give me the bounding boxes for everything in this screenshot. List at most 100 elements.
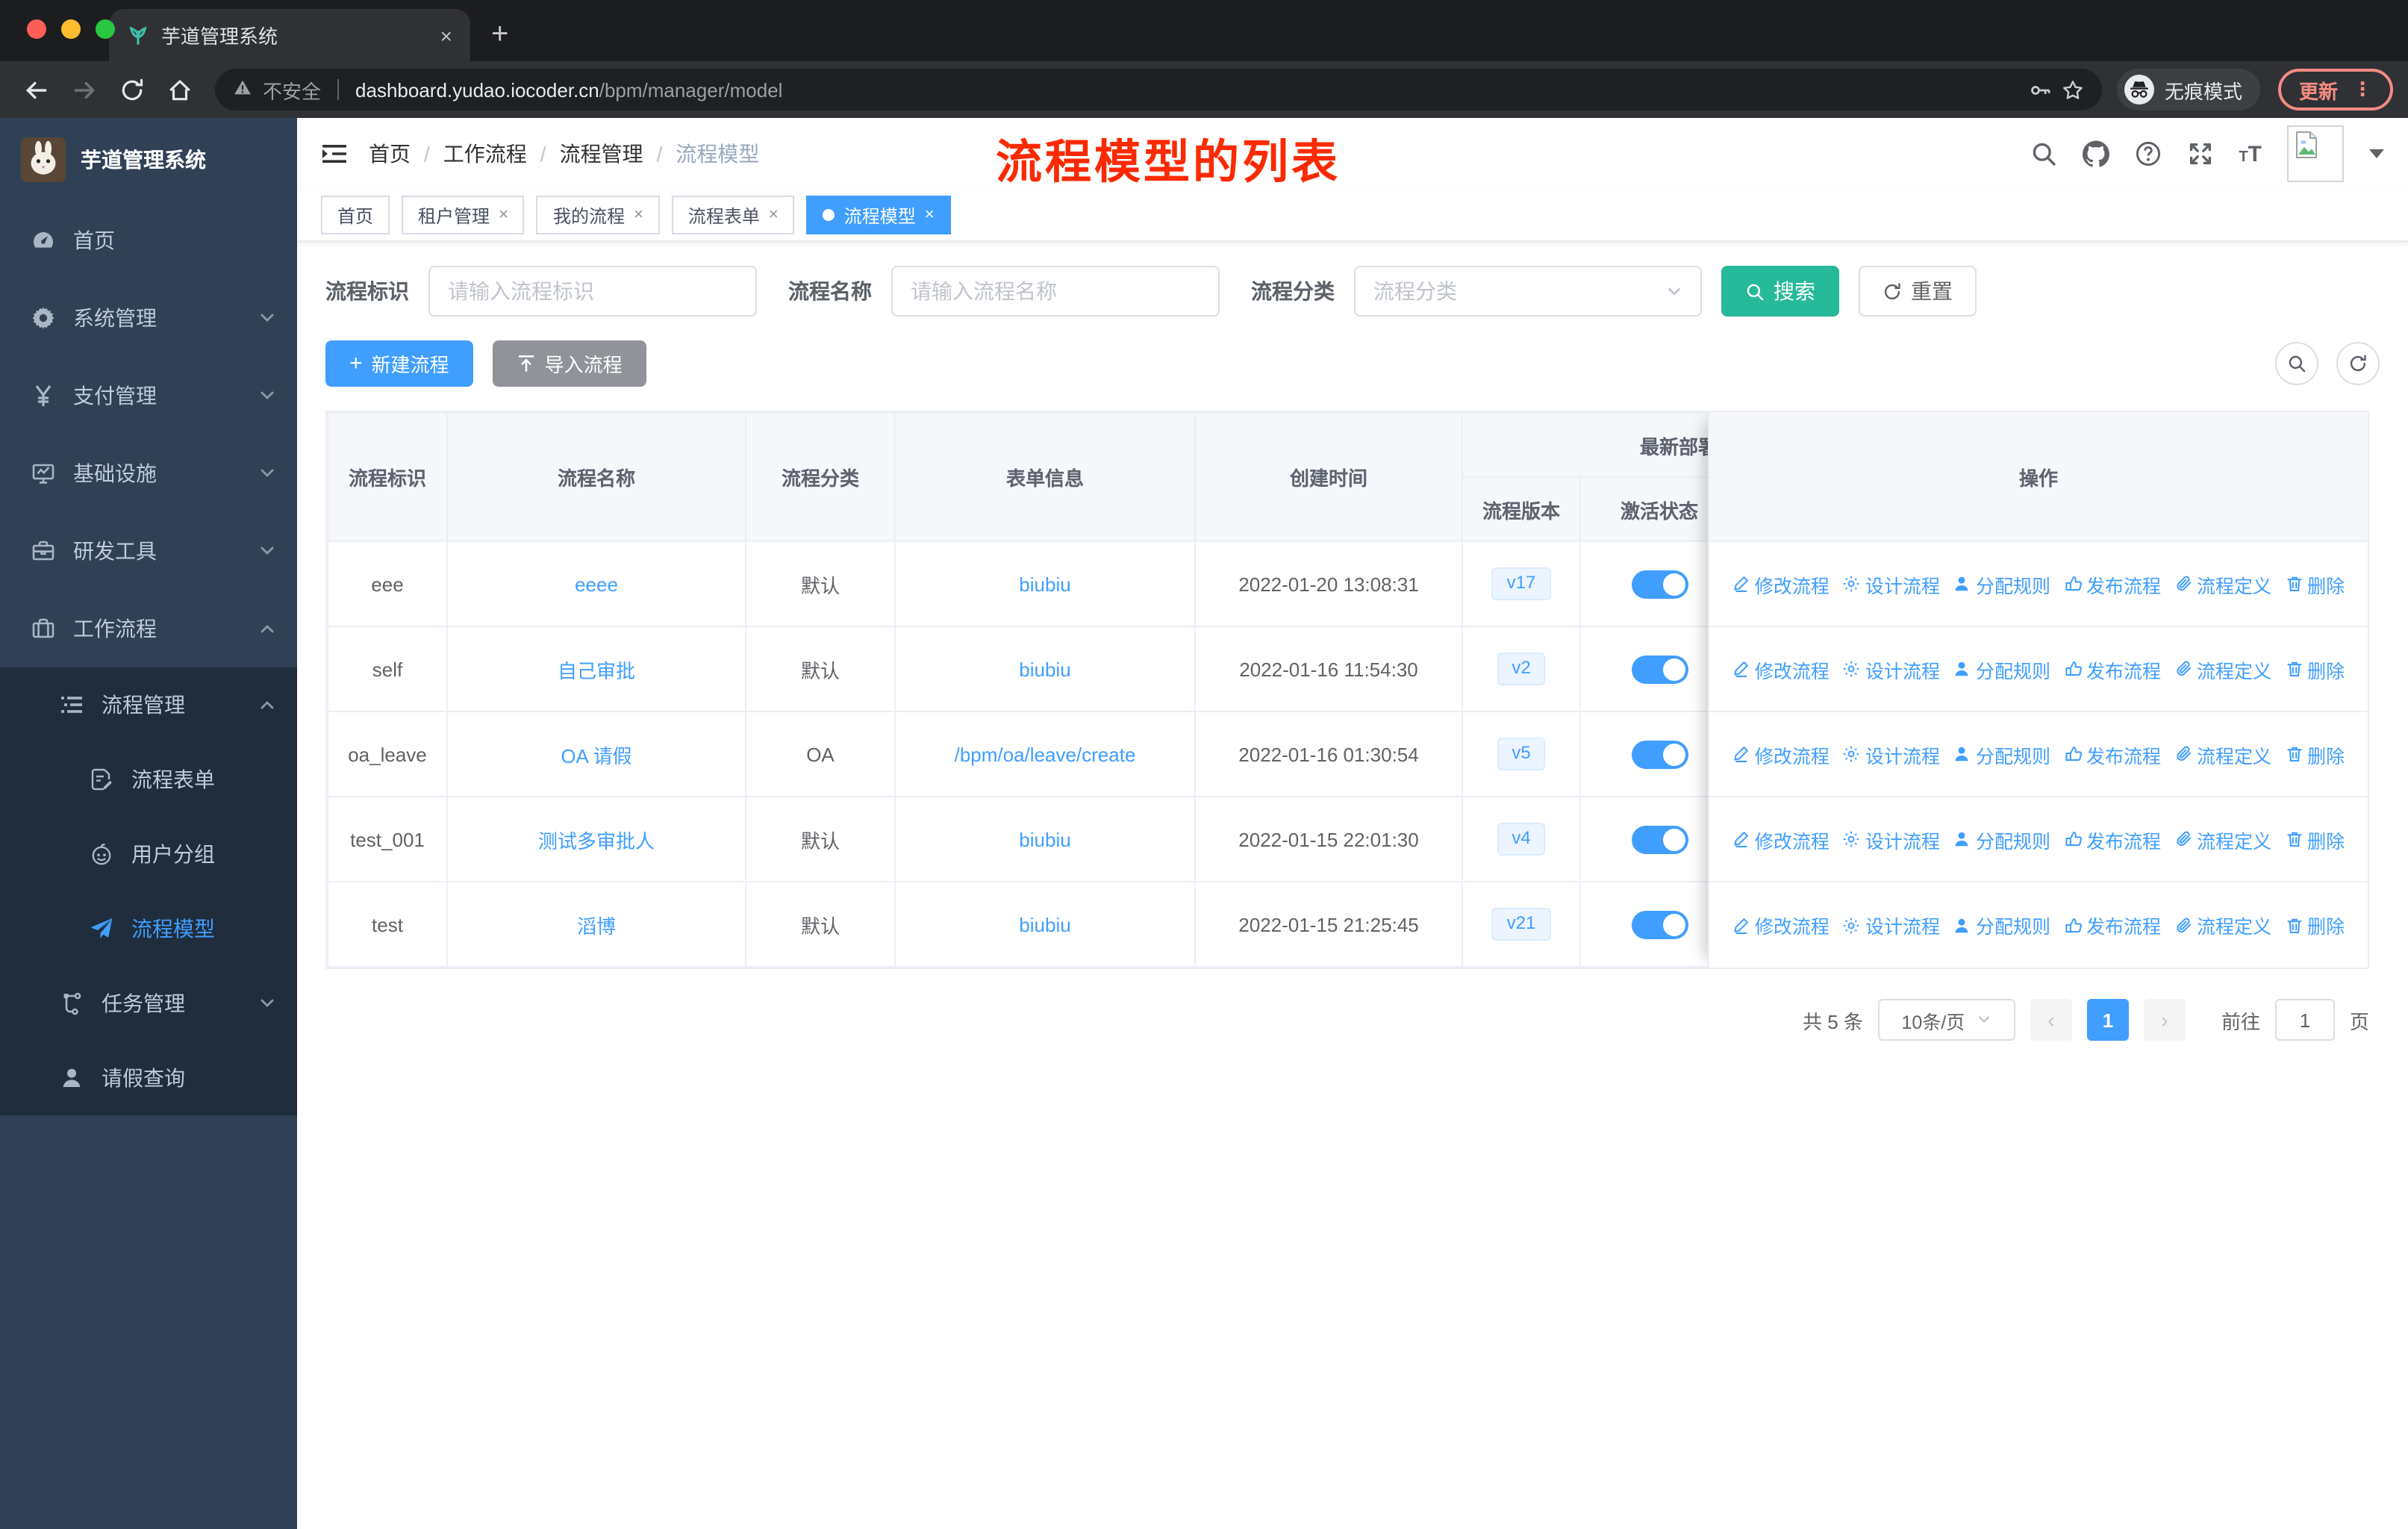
form-info-link[interactable]: biubiu — [1019, 913, 1070, 935]
breadcrumb-item[interactable]: 流程管理 — [560, 139, 643, 169]
action-分配规则[interactable]: 分配规则 — [1953, 911, 2050, 939]
avatar-caret-icon[interactable] — [2369, 149, 2384, 158]
home-button[interactable] — [158, 69, 200, 110]
forward-button[interactable] — [63, 69, 105, 110]
model-name-link[interactable]: 自己审批 — [558, 659, 635, 682]
sidebar-item-首页[interactable]: 首页 — [0, 202, 297, 279]
active-toggle[interactable] — [1631, 825, 1688, 853]
action-流程定义[interactable]: 流程定义 — [2174, 740, 2271, 768]
sidebar-item-系统管理[interactable]: 系统管理 — [0, 279, 297, 357]
action-删除[interactable]: 删除 — [2285, 655, 2345, 683]
action-删除[interactable]: 删除 — [2285, 911, 2345, 939]
next-page-button[interactable]: › — [2143, 999, 2186, 1041]
action-修改流程[interactable]: 修改流程 — [1732, 655, 1830, 683]
search-icon[interactable] — [2030, 140, 2056, 167]
sidebar-item-流程模型[interactable]: 流程模型 — [0, 891, 297, 966]
sidebar-item-研发工具[interactable]: 研发工具 — [0, 512, 297, 590]
form-info-link[interactable]: biubiu — [1019, 658, 1070, 680]
sidebar-item-流程表单[interactable]: 流程表单 — [0, 742, 297, 817]
current-page-button[interactable]: 1 — [2086, 999, 2129, 1041]
model-name-link[interactable]: eeee — [575, 573, 618, 595]
model-name-link[interactable]: OA 请假 — [561, 744, 631, 767]
create-model-button[interactable]: + 新建流程 — [325, 340, 473, 387]
new-tab-button[interactable]: + — [491, 19, 508, 49]
action-设计流程[interactable]: 设计流程 — [1843, 825, 1940, 853]
close-window-button[interactable] — [27, 19, 46, 39]
action-设计流程[interactable]: 设计流程 — [1843, 570, 1940, 598]
browser-menu-icon[interactable]: ⋮ — [2353, 78, 2372, 102]
fullscreen-icon[interactable] — [2186, 140, 2213, 167]
back-button[interactable] — [15, 69, 57, 110]
action-设计流程[interactable]: 设计流程 — [1843, 740, 1940, 768]
action-修改流程[interactable]: 修改流程 — [1732, 911, 1830, 939]
action-分配规则[interactable]: 分配规则 — [1953, 740, 2050, 768]
font-size-icon[interactable]: TT — [2239, 141, 2262, 166]
goto-page-input[interactable] — [2274, 999, 2335, 1041]
tag-close-icon[interactable]: × — [769, 206, 779, 224]
action-流程定义[interactable]: 流程定义 — [2174, 911, 2271, 939]
reload-button[interactable] — [110, 69, 152, 110]
toggle-search-button[interactable] — [2275, 342, 2318, 385]
breadcrumb-item[interactable]: 工作流程 — [443, 139, 527, 169]
action-发布流程[interactable]: 发布流程 — [2064, 740, 2161, 768]
action-删除[interactable]: 删除 — [2285, 825, 2345, 853]
avatar[interactable] — [2287, 125, 2344, 182]
filter-name-input[interactable] — [891, 266, 1220, 317]
sidebar-item-基础设施[interactable]: 基础设施 — [0, 435, 297, 512]
filter-id-input[interactable] — [428, 266, 757, 317]
action-流程定义[interactable]: 流程定义 — [2174, 570, 2271, 598]
active-toggle[interactable] — [1631, 740, 1688, 768]
prev-page-button[interactable]: ‹ — [2030, 999, 2072, 1041]
sidebar-item-支付管理[interactable]: 支付管理 — [0, 357, 297, 435]
model-name-link[interactable]: 滔博 — [577, 915, 616, 937]
action-设计流程[interactable]: 设计流程 — [1843, 911, 1940, 939]
action-分配规则[interactable]: 分配规则 — [1953, 570, 2050, 598]
action-流程定义[interactable]: 流程定义 — [2174, 825, 2271, 853]
form-info-link[interactable]: biubiu — [1019, 828, 1070, 850]
import-model-button[interactable]: 导入流程 — [492, 340, 646, 387]
action-删除[interactable]: 删除 — [2285, 740, 2345, 768]
action-流程定义[interactable]: 流程定义 — [2174, 655, 2271, 683]
bookmark-star-icon[interactable] — [2062, 78, 2084, 101]
filter-category-select[interactable]: 流程分类 — [1354, 266, 1702, 317]
action-修改流程[interactable]: 修改流程 — [1732, 570, 1830, 598]
action-发布流程[interactable]: 发布流程 — [2064, 911, 2161, 939]
refresh-table-button[interactable] — [2336, 342, 2380, 385]
tab-close-icon[interactable]: × — [440, 23, 452, 47]
active-toggle[interactable] — [1631, 570, 1688, 598]
app-logo-row[interactable]: 芋道管理系统 — [0, 118, 297, 202]
reset-button[interactable]: 重置 — [1859, 266, 1977, 317]
tag-close-icon[interactable]: × — [634, 206, 643, 224]
github-icon[interactable] — [2082, 140, 2109, 167]
action-删除[interactable]: 删除 — [2285, 570, 2345, 598]
tag-流程模型[interactable]: 流程模型 × — [806, 196, 951, 234]
tag-首页[interactable]: 首页 — [321, 196, 390, 234]
form-info-link[interactable]: biubiu — [1019, 573, 1070, 595]
active-toggle[interactable] — [1631, 910, 1688, 938]
search-button[interactable]: 搜索 — [1721, 266, 1839, 317]
action-发布流程[interactable]: 发布流程 — [2064, 825, 2161, 853]
browser-update-button[interactable]: 更新 ⋮ — [2277, 69, 2393, 110]
help-icon[interactable] — [2134, 140, 2161, 167]
action-分配规则[interactable]: 分配规则 — [1953, 655, 2050, 683]
sidebar-collapse-icon[interactable] — [321, 140, 348, 167]
tag-我的流程[interactable]: 我的流程 × — [536, 196, 660, 234]
address-bar[interactable]: 不安全 dashboard.yudao.iocoder.cn/bpm/manag… — [215, 69, 2102, 110]
maximize-window-button[interactable] — [96, 19, 115, 39]
browser-tab[interactable]: 芋道管理系统 × — [109, 9, 470, 61]
tag-close-icon[interactable]: × — [925, 206, 935, 224]
sidebar-item-请假查询[interactable]: 请假查询 — [0, 1041, 297, 1115]
page-size-select[interactable]: 10条/页 — [1877, 999, 2015, 1041]
tag-close-icon[interactable]: × — [499, 206, 508, 224]
active-toggle[interactable] — [1631, 655, 1688, 683]
model-name-link[interactable]: 测试多审批人 — [538, 829, 655, 852]
sidebar-item-任务管理[interactable]: 任务管理 — [0, 966, 297, 1041]
action-修改流程[interactable]: 修改流程 — [1732, 825, 1830, 853]
form-info-link[interactable]: /bpm/oa/leave/create — [955, 743, 1136, 765]
action-发布流程[interactable]: 发布流程 — [2064, 570, 2161, 598]
update-label[interactable]: 更新 — [2299, 75, 2338, 104]
key-icon[interactable] — [2029, 78, 2051, 101]
sidebar-item-用户分组[interactable]: 用户分组 — [0, 817, 297, 891]
action-发布流程[interactable]: 发布流程 — [2064, 655, 2161, 683]
window-controls[interactable] — [27, 19, 115, 39]
